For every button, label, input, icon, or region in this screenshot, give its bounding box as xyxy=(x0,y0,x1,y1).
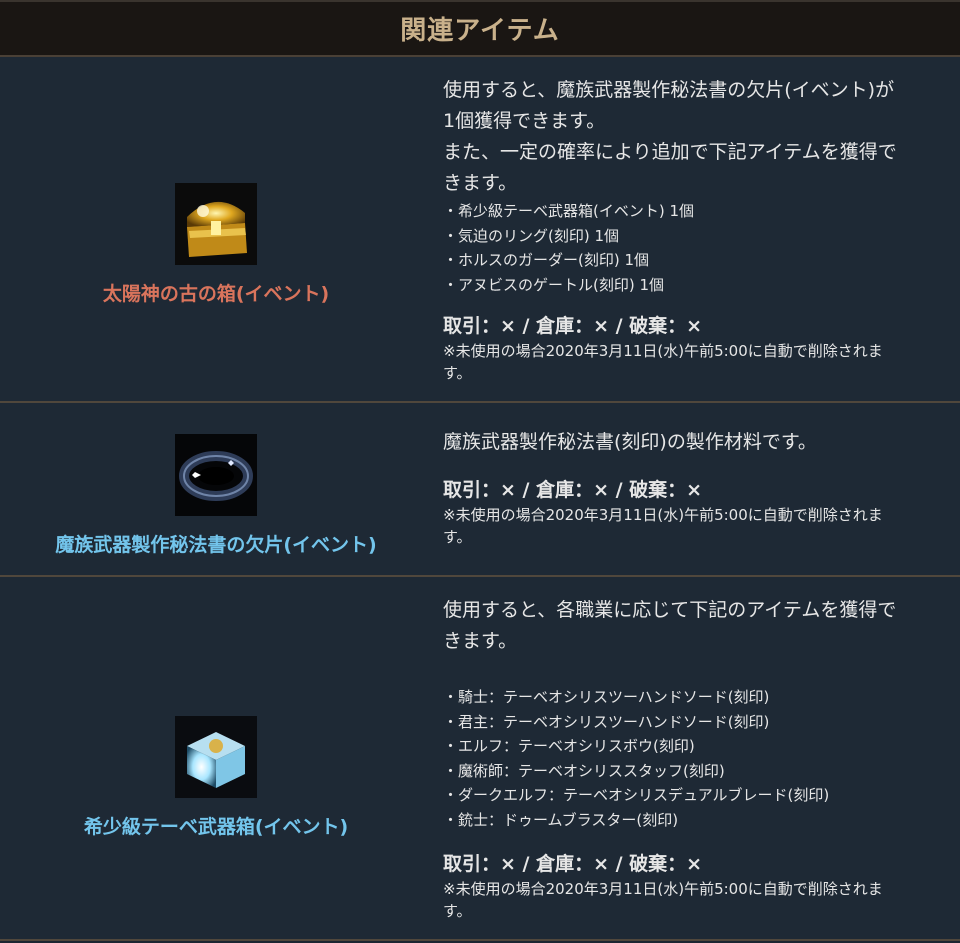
list-item: ・魔術師：テーベオシリススタッフ(刻印) xyxy=(443,761,725,780)
golden-treasure-chest-icon xyxy=(175,182,257,265)
list-item: ・アヌビスのゲートル(刻印) 1個 xyxy=(443,275,665,294)
expiry-note: ※未使用の場合2020年3月11日(水)午前5:00に自動で削除されま す。 xyxy=(443,880,883,920)
class-item-list: ・騎士：テーベオシリスツーハンドソード(刻印) ・君主：テーベオシリスツーハンド… xyxy=(443,685,948,832)
list-item: ・気迫のリング(刻印) 1個 xyxy=(443,226,620,245)
item-identity: 魔族武器製作秘法書の欠片(イベント) xyxy=(0,403,432,575)
glowing-weapon-box-icon xyxy=(175,715,257,798)
list-item: ・君主：テーベオシリスツーハンドソード(刻印) xyxy=(443,712,770,731)
item-description: 使用すると、魔族武器製作秘法書の欠片(イベント)が 1個獲得できます。 また、一… xyxy=(443,79,897,194)
item-identity: 希少級テーベ武器箱(イベント) xyxy=(0,577,432,939)
item-details: 使用すると、各職業に応じて下記のアイテムを獲得で きます。 ・騎士：テーベオシリ… xyxy=(432,577,960,939)
trade-rules: 取引：× / 倉庫：× / 破棄：× xyxy=(443,479,703,501)
list-item: ・エルフ：テーベオシリスボウ(刻印) xyxy=(443,737,695,755)
item-row: 魔族武器製作秘法書の欠片(イベント) 魔族武器製作秘法書(刻印)の製作材料です。… xyxy=(0,403,960,577)
expiry-note: ※未使用の場合2020年3月11日(水)午前5:00に自動で削除されま す。 xyxy=(443,506,883,546)
item-details: 使用すると、魔族武器製作秘法書の欠片(イベント)が 1個獲得できます。 また、一… xyxy=(432,57,960,401)
trade-rules: 取引：× / 倉庫：× / 破棄：× xyxy=(443,853,703,875)
section-title: 関連アイテム xyxy=(400,16,560,46)
list-item: ・ホルスのガーダー(刻印) 1個 xyxy=(443,251,650,269)
section-header: 関連アイテム xyxy=(0,0,960,57)
item-details: 魔族武器製作秘法書(刻印)の製作材料です。 取引：× / 倉庫：× / 破棄：×… xyxy=(432,403,960,575)
item-row: 希少級テーベ武器箱(イベント) 使用すると、各職業に応じて下記のアイテムを獲得で… xyxy=(0,577,960,941)
item-name[interactable]: 希少級テーベ武器箱(イベント) xyxy=(84,812,348,839)
dark-fragment-icon xyxy=(175,433,257,516)
item-identity: 太陽神の古の箱(イベント) xyxy=(0,57,432,401)
item-name[interactable]: 魔族武器製作秘法書の欠片(イベント) xyxy=(55,530,376,557)
bonus-item-list: ・希少級テーベ武器箱(イベント) 1個 ・気迫のリング(刻印) 1個 ・ホルスの… xyxy=(443,199,948,297)
item-name[interactable]: 太陽神の古の箱(イベント) xyxy=(103,279,329,306)
expiry-note: ※未使用の場合2020年3月11日(水)午前5:00に自動で削除されま す。 xyxy=(443,342,883,382)
list-item: ・銃士：ドゥームブラスター(刻印) xyxy=(443,810,679,829)
item-row: 太陽神の古の箱(イベント) 使用すると、魔族武器製作秘法書の欠片(イベント)が … xyxy=(0,57,960,403)
list-item: ・ダークエルフ：テーベオシリスデュアルブレード(刻印) xyxy=(443,786,830,804)
list-item: ・希少級テーベ武器箱(イベント) 1個 xyxy=(443,202,695,220)
item-description: 使用すると、各職業に応じて下記のアイテムを獲得で きます。 xyxy=(443,599,897,652)
item-description: 魔族武器製作秘法書(刻印)の製作材料です。 xyxy=(443,431,817,453)
trade-rules: 取引：× / 倉庫：× / 破棄：× xyxy=(443,315,703,337)
list-item: ・騎士：テーベオシリスツーハンドソード(刻印) xyxy=(443,688,770,706)
related-items-table: 関連アイテム 太陽神の古の箱(イベント) 使用すると、魔族武器製作秘法書の欠片(… xyxy=(0,0,960,943)
